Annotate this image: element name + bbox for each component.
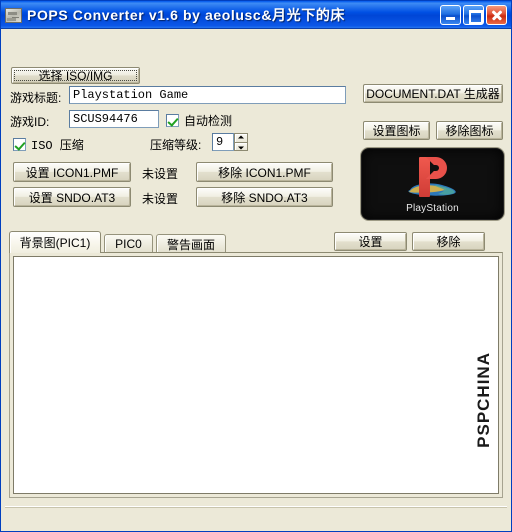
stepper-up-icon[interactable] [234, 133, 248, 142]
tab-set-button[interactable]: 设置 [334, 232, 407, 251]
set-icon1-button[interactable]: 设置 ICON1.PMF [13, 162, 131, 182]
icon1-status-label: 未设置 [142, 167, 179, 181]
app-image-icon [5, 7, 22, 23]
auto-detect-checkbox[interactable]: 自动检测 [166, 112, 232, 129]
remove-icon-button[interactable]: 移除图标 [436, 121, 503, 140]
compression-level-label: 压缩等级: [150, 138, 202, 152]
iso-compress-label: ISO 压缩 [31, 139, 84, 153]
pspchina-watermark: PSPCHINA [474, 352, 493, 448]
minimize-button[interactable] [440, 5, 461, 25]
playstation-wordmark: PlayStation [406, 203, 459, 214]
tab-background-pic1[interactable]: 背景图(PIC1) [9, 231, 101, 253]
remove-icon1-button[interactable]: 移除 ICON1.PMF [196, 162, 333, 182]
game-id-input[interactable]: SCUS94476 [69, 110, 159, 128]
title-bar: POPS Converter v1.6 by aeolusc&月光下的床 [1, 1, 511, 29]
stepper-down-icon[interactable] [234, 142, 248, 151]
caption-button-group [440, 5, 509, 25]
tab-page: PSPCHINA [9, 252, 503, 498]
maximize-button[interactable] [463, 5, 484, 25]
checkmark-icon [13, 138, 26, 151]
client-area: 选择 ISO/IMG 游戏标题: Playstation Game 游戏ID: … [1, 29, 511, 531]
tab-remove-button[interactable]: 移除 [412, 232, 485, 251]
select-iso-button[interactable]: 选择 ISO/IMG [11, 67, 140, 84]
playstation-p-bowl [425, 157, 447, 179]
tab-pic0[interactable]: PIC0 [104, 234, 153, 253]
status-bar [5, 506, 507, 528]
set-icon-button[interactable]: 设置图标 [363, 121, 430, 140]
game-id-label: 游戏ID: [10, 115, 50, 129]
application-window: POPS Converter v1.6 by aeolusc&月光下的床 选择 … [0, 0, 512, 532]
window-title: POPS Converter v1.6 by aeolusc&月光下的床 [27, 7, 346, 23]
game-title-input[interactable]: Playstation Game [69, 86, 346, 104]
sndo-status-label: 未设置 [142, 192, 179, 206]
playstation-logo-preview[interactable]: PlayStation [360, 147, 505, 221]
iso-compress-checkbox[interactable]: ISO 压缩 [13, 136, 84, 153]
remove-sndo-button[interactable]: 移除 SNDO.AT3 [196, 187, 333, 207]
auto-detect-label: 自动检测 [184, 114, 233, 128]
checkmark-icon [166, 114, 179, 127]
image-preview-canvas[interactable]: PSPCHINA [13, 256, 499, 494]
select-iso-label: 选择 ISO/IMG [38, 69, 113, 83]
playstation-swoosh-icon [407, 183, 456, 196]
tab-warning-screen[interactable]: 警告画面 [156, 234, 226, 253]
set-sndo-button[interactable]: 设置 SNDO.AT3 [13, 187, 131, 207]
compression-level-input[interactable]: 9 [212, 133, 234, 151]
game-title-label: 游戏标题: [10, 91, 62, 105]
playstation-logo-icon: PlayStation [385, 153, 481, 215]
document-dat-generator-button[interactable]: DOCUMENT.DAT 生成器 [363, 84, 503, 103]
compression-level-stepper[interactable] [234, 133, 248, 151]
close-button[interactable] [486, 5, 507, 25]
